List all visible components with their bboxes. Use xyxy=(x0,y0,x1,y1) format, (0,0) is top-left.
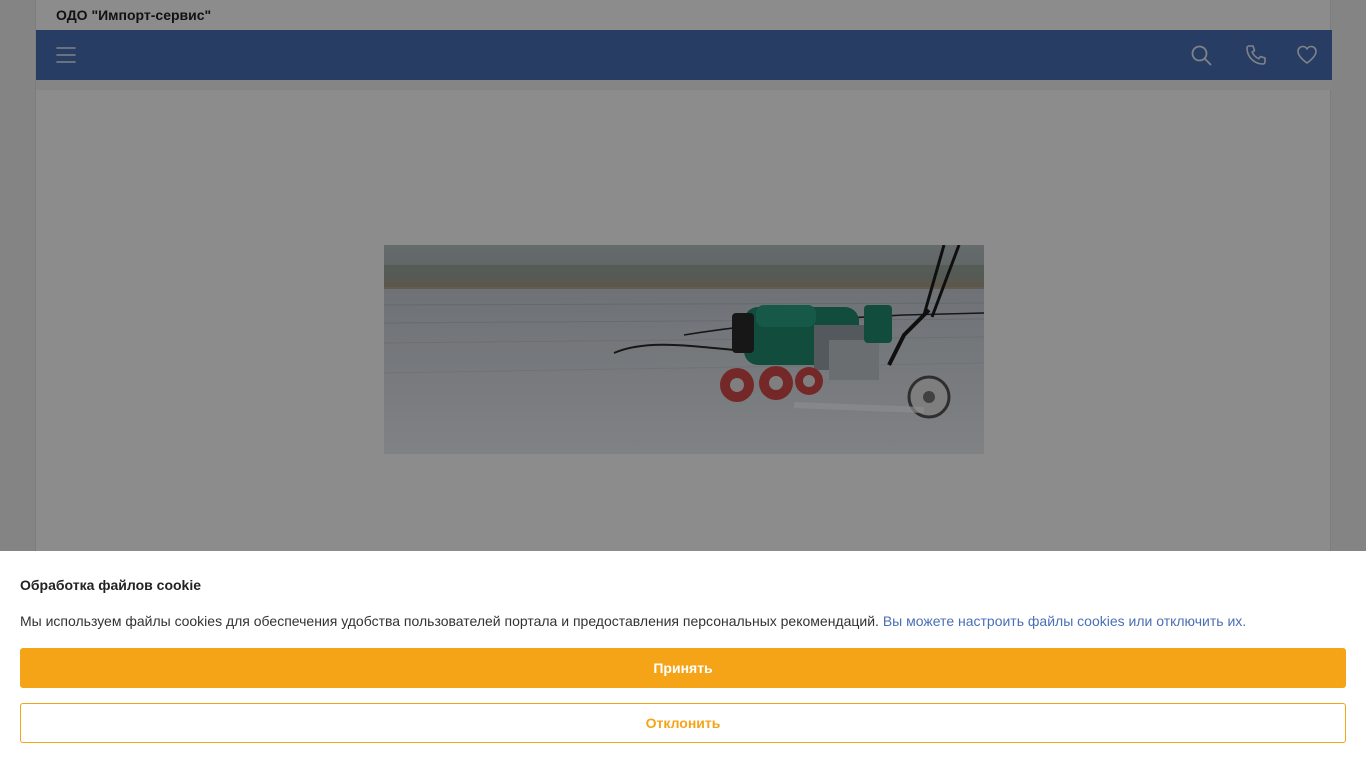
cookie-settings-link[interactable]: Вы можете настроить файлы cookies или от… xyxy=(883,613,1246,629)
cookie-text: Мы используем файлы cookies для обеспече… xyxy=(20,613,1246,629)
cookie-consent-panel: Обработка файлов cookie Мы используем фа… xyxy=(0,551,1366,768)
cookie-title: Обработка файлов cookie xyxy=(20,577,202,593)
decline-button[interactable]: Отклонить xyxy=(20,703,1346,743)
cookie-description: Мы используем файлы cookies для обеспече… xyxy=(20,613,879,629)
accept-button[interactable]: Принять xyxy=(20,648,1346,688)
